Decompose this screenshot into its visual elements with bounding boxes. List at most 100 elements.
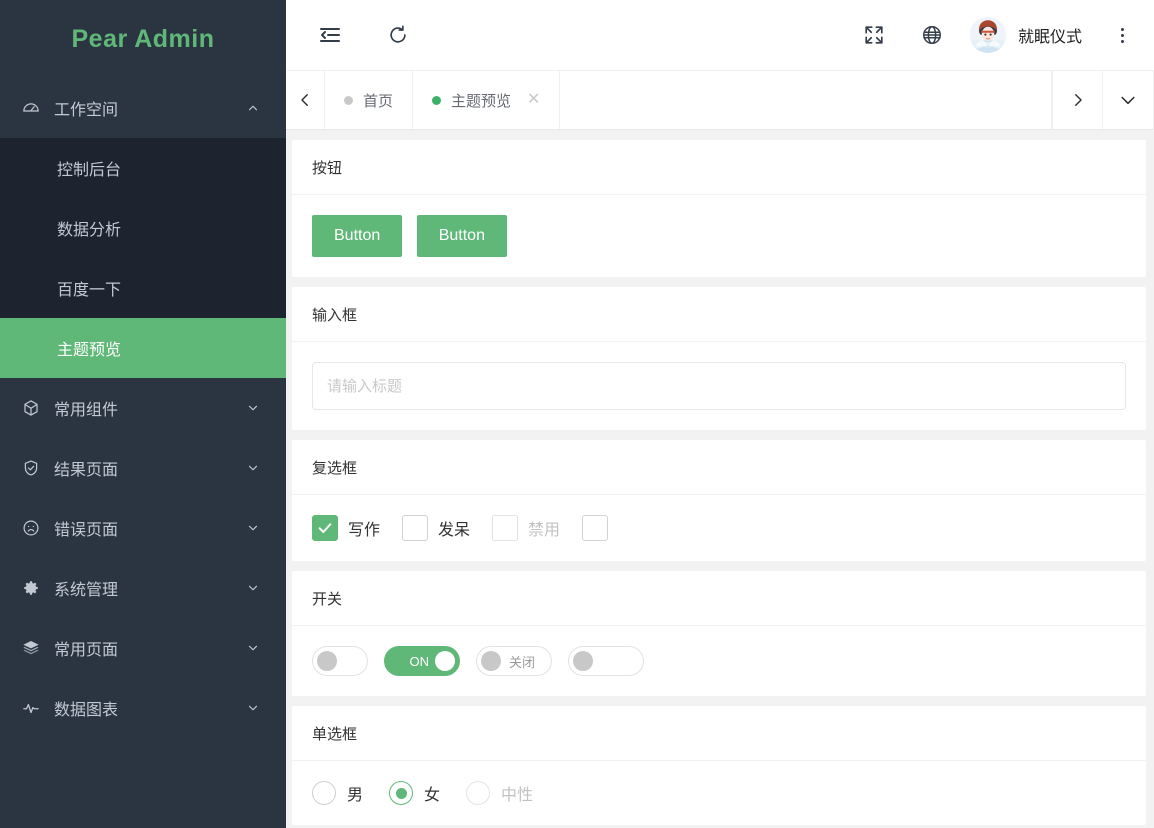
tab-close-icon[interactable]: ✕ xyxy=(527,92,540,108)
dot xyxy=(1120,27,1124,31)
card-input: 输入框 xyxy=(292,287,1146,430)
chevron-down-icon xyxy=(1118,90,1138,110)
globe-icon[interactable] xyxy=(918,21,946,49)
chevron-left-icon xyxy=(296,91,314,109)
sidebar: Pear Admin 工作空间 控制后台 数据分析 百度一下 主题预览 常用组件… xyxy=(0,0,286,828)
tab-dropdown-button[interactable] xyxy=(1102,71,1154,129)
switch-off-wide[interactable] xyxy=(568,646,644,676)
sidebar-item-components[interactable]: 常用组件 xyxy=(0,378,286,438)
app-root: Pear Admin 工作空间 控制后台 数据分析 百度一下 主题预览 常用组件… xyxy=(0,0,1154,828)
tab-home[interactable]: 首页 xyxy=(325,71,414,129)
tab-bar: 首页 主题预览 ✕ xyxy=(286,70,1154,130)
card-radio: 单选框 男 女 中性 xyxy=(292,706,1146,825)
brand-logo: Pear Admin xyxy=(0,0,286,78)
radio-circle-icon xyxy=(312,781,336,805)
chevron-down-icon xyxy=(246,461,260,475)
check-icon xyxy=(582,515,609,541)
sidebar-item-label: 工作空间 xyxy=(54,102,119,119)
card-buttons: 按钮 Button Button xyxy=(292,140,1146,277)
pulse-icon xyxy=(22,698,48,718)
tab-label: 主题预览 xyxy=(451,92,512,110)
sidebar-subitem-console[interactable]: 控制后台 xyxy=(0,138,286,198)
tab-status-dot xyxy=(432,95,442,105)
sidebar-subitem-label: 数据分析 xyxy=(57,222,122,239)
tab-theme-preview[interactable]: 主题预览 ✕ xyxy=(413,71,561,129)
content-scroll-area[interactable]: 按钮 Button Button 输入框 复选框 xyxy=(286,130,1154,828)
tab-list: 首页 主题预览 ✕ xyxy=(325,71,1052,129)
card-title: 输入框 xyxy=(292,287,1146,342)
tab-scroll-right-button[interactable] xyxy=(1052,71,1102,129)
sidebar-item-result-pages[interactable]: 结果页面 xyxy=(0,438,286,498)
switch-knob xyxy=(481,651,501,671)
sidebar-subitem-label: 主题预览 xyxy=(57,342,122,359)
card-title: 开关 xyxy=(292,571,1146,626)
sidebar-submenu-workspace: 控制后台 数据分析 百度一下 主题预览 xyxy=(0,138,286,378)
menu-fold-icon[interactable] xyxy=(316,21,344,49)
radio-circle-icon xyxy=(466,781,491,805)
sidebar-item-charts[interactable]: 数据图表 xyxy=(0,678,286,738)
user-menu[interactable]: 就眠仪式 xyxy=(969,17,1082,53)
sidebar-subitem-theme-preview[interactable]: 主题预览 xyxy=(0,318,286,378)
switch-knob xyxy=(435,651,455,671)
radio-label: 中性 xyxy=(501,787,534,804)
sidebar-subitem-label: 控制后台 xyxy=(57,162,122,179)
sidebar-item-label: 系统管理 xyxy=(54,582,119,599)
switch-knob xyxy=(317,651,337,671)
sidebar-subitem-analytics[interactable]: 数据分析 xyxy=(0,198,286,258)
radio-male[interactable]: 男 xyxy=(312,781,363,805)
check-icon xyxy=(402,515,429,541)
shield-check-icon xyxy=(22,458,48,478)
sidebar-item-common-pages[interactable]: 常用页面 xyxy=(0,618,286,678)
tab-status-dot xyxy=(344,95,353,105)
demo-button-1[interactable]: Button xyxy=(312,215,403,257)
cube-icon xyxy=(22,398,48,418)
fullscreen-expand-icon[interactable] xyxy=(860,21,888,49)
chevron-down-icon xyxy=(246,521,260,535)
vertical-dots-icon[interactable] xyxy=(1112,27,1132,43)
radio-female[interactable]: 女 xyxy=(389,781,440,805)
card-body: Button Button xyxy=(292,195,1146,277)
sidebar-item-label: 常用页面 xyxy=(54,642,119,659)
card-body: 男 女 中性 xyxy=(292,761,1146,825)
demo-button-2[interactable]: Button xyxy=(416,215,507,257)
card-body xyxy=(292,342,1146,430)
checkbox-unlabeled[interactable] xyxy=(582,515,609,541)
sidebar-item-label: 结果页面 xyxy=(54,462,119,479)
checkbox-writing[interactable]: 写作 xyxy=(312,515,380,541)
dot xyxy=(1120,39,1124,43)
card-body: ON 关闭 xyxy=(292,626,1146,696)
checkbox-label: 禁用 xyxy=(528,522,561,539)
card-title: 按钮 xyxy=(292,140,1146,195)
gauge-icon xyxy=(22,98,48,118)
sad-face-icon xyxy=(22,518,48,538)
gear-icon xyxy=(22,578,48,598)
sidebar-subitem-label: 百度一下 xyxy=(57,282,122,299)
radio-inner-dot xyxy=(473,788,484,799)
switch-disabled: 关闭 xyxy=(476,646,552,676)
dot xyxy=(1120,33,1124,37)
switch-on[interactable]: ON xyxy=(384,646,460,676)
check-icon xyxy=(492,515,519,541)
checkbox-daydream[interactable]: 发呆 xyxy=(402,515,470,541)
sidebar-item-system[interactable]: 系统管理 xyxy=(0,558,286,618)
tab-scroll-left-button[interactable] xyxy=(286,71,325,129)
switch-label: 关闭 xyxy=(509,654,536,670)
tab-label: 首页 xyxy=(363,92,394,110)
title-input[interactable] xyxy=(312,362,1126,410)
card-body: 写作 发呆 禁用 xyxy=(292,495,1146,561)
radio-inner-dot xyxy=(319,788,330,799)
radio-circle-icon xyxy=(389,781,414,805)
switch-off-plain[interactable] xyxy=(312,646,368,676)
top-header: 就眠仪式 xyxy=(286,0,1154,70)
sidebar-subitem-baidu[interactable]: 百度一下 xyxy=(0,258,286,318)
check-icon xyxy=(312,515,338,541)
avatar xyxy=(969,17,1006,53)
checkbox-label: 写作 xyxy=(348,522,381,539)
chevron-down-icon xyxy=(246,641,260,655)
main-area: 就眠仪式 首页 主题预览 ✕ 按钮 Button Button 输入框 请输入标… xyxy=(286,0,1154,828)
sidebar-item-workspace[interactable]: 工作空间 xyxy=(0,78,286,138)
sidebar-item-error-pages[interactable]: 错误页面 xyxy=(0,498,286,558)
refresh-icon[interactable] xyxy=(384,21,412,49)
card-title: 复选框 xyxy=(292,440,1146,495)
chevron-right-icon xyxy=(1069,91,1087,109)
